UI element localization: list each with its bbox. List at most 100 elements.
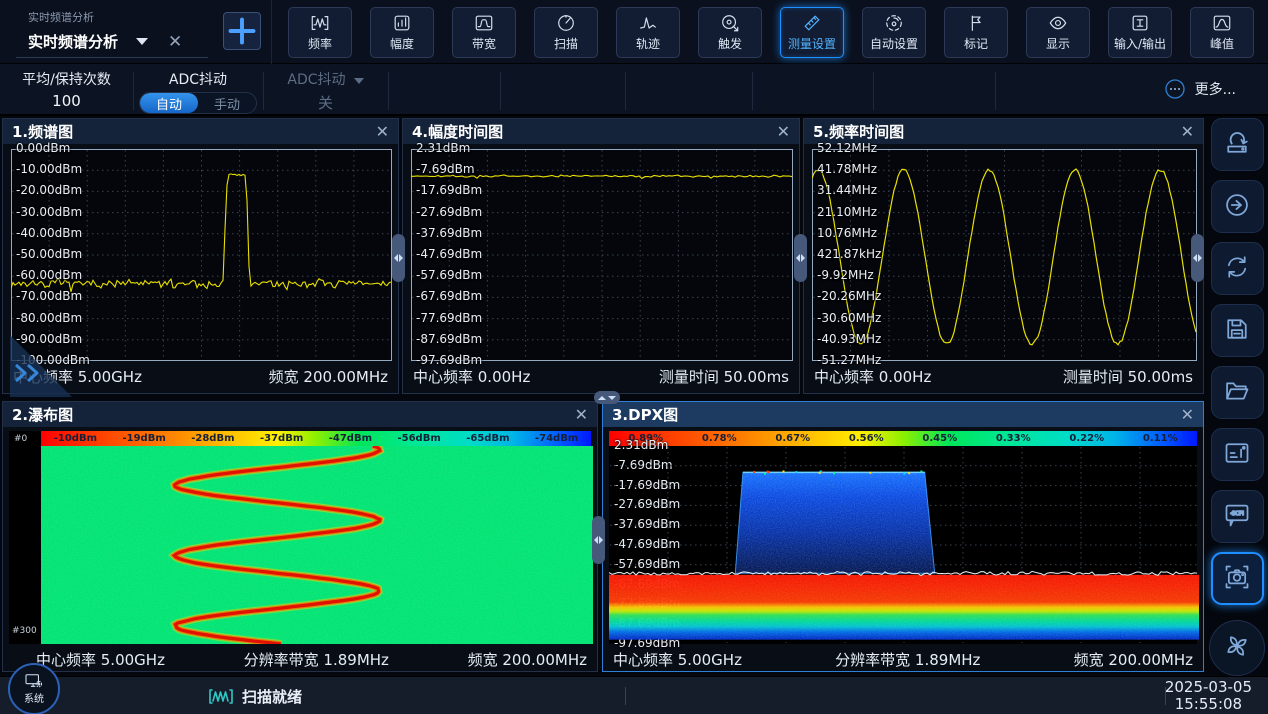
toolbar-button-measure[interactable]: 测量设置 [780,7,844,58]
toggle-option-manual[interactable]: 手动 [198,93,256,113]
toolbar-button-sweep[interactable]: 扫描 [534,7,598,58]
toolbar-button-label: 频率 [308,35,332,52]
panel-waterfall: 2.瀑布图 ✕ #0 #300 -10dBm-19dBm-28dBm-37dBm… [2,401,598,672]
sidebar-button-window[interactable] [1211,428,1264,481]
toolbar-button-marker[interactable]: 标记 [944,7,1008,58]
toolbar-button-peak[interactable]: 峰值 [1190,7,1254,58]
divider [133,72,134,110]
toolbar-button-frequency[interactable]: 频率 [288,7,352,58]
splitter-handle[interactable] [392,234,405,282]
trace-icon [638,13,658,33]
toolbar-button-label: 显示 [1046,35,1070,52]
plot-footer: 中心频率 5.00GHz分辨率带宽 1.89MHz频宽 200.00MHz [603,644,1203,672]
y-tick-label: -87.69dBm [416,332,482,346]
right-sidebar: ·SCPI [1206,118,1268,674]
footer-readout: 频宽 200.00MHz [1074,649,1193,670]
app-tab[interactable]: 实时频谱分析 实时频谱分析 ✕ [0,0,272,64]
folder-icon [1223,377,1251,409]
y-tick-label: -30.60MHz [817,311,881,325]
frequency-icon [310,13,330,33]
toolbar-button-label: 峰值 [1210,35,1234,52]
panel-dpx: 3.DPX图 ✕ 0.89%0.78%0.67%0.56%0.45%0.33%0… [602,401,1204,672]
panel-title: 2.瀑布图 [12,404,73,425]
splitter-handle[interactable] [594,391,620,404]
toolbar-button-label: 扫描 [554,35,578,52]
window-icon [1223,439,1251,471]
io-icon [1130,13,1150,33]
param-average-hold[interactable]: 平均/保持次数 100 [0,64,133,116]
close-panel-icon[interactable]: ✕ [1181,407,1194,423]
plus-icon [224,13,260,49]
ellipsis-icon [1164,78,1186,100]
toolbar-button-trigger[interactable]: 触发 [698,7,762,58]
app-tab-title: 实时频谱分析 [28,31,118,52]
param-value: 关 [318,92,333,113]
add-tab-button[interactable] [223,12,261,50]
sidebar-button-scpi[interactable]: ·SCPI [1211,490,1264,543]
close-panel-icon[interactable]: ✕ [1181,124,1194,140]
y-tick-label: -50.00dBm [16,247,82,261]
splitter-handle[interactable] [592,516,605,564]
plot-footer: 中心频率 5.00GHz分辨率带宽 1.89MHz频宽 200.00MHz [3,644,597,672]
more-button[interactable]: 更多... [1164,78,1236,100]
sidebar-button-run[interactable] [1211,180,1264,233]
rtsa-app: { "app": { "tab_context": "实时频谱分析", "tab… [0,0,1268,714]
close-panel-icon[interactable]: ✕ [376,124,389,140]
sidebar-button-flower[interactable] [1209,620,1265,676]
toolbar-button-autoset[interactable]: 自动设置 [862,7,926,58]
colorbar-label: -47dBm [316,433,385,444]
toolbar-button-io[interactable]: 输入/输出 [1108,7,1172,58]
save-icon [1223,315,1251,347]
sidebar-button-folder[interactable] [1211,366,1264,419]
sidebar-button-save[interactable] [1211,304,1264,357]
top-toolbar: 实时频谱分析 实时频谱分析 ✕ 频率 幅度 带宽扫描 轨迹触发测量设置自动设置标记显示… [0,0,1268,64]
toolbar-button-bandwidth[interactable]: 带宽 [452,7,516,58]
y-tick-label: -97.69dBm [416,353,482,367]
autoset-icon [884,13,904,33]
toolbar-button-trace[interactable]: 轨迹 [616,7,680,58]
adc-jitter-toggle[interactable]: 自动 手动 [139,92,257,114]
display-icon [1048,13,1068,33]
sidebar-button-refresh[interactable] [1211,242,1264,295]
sidebar-button-camera[interactable] [1211,552,1264,605]
scpi-icon: ·SCPI [1223,501,1251,533]
y-tick-label: 421.87kHz [817,247,881,261]
toolbar-button-label: 幅度 [390,35,414,52]
y-tick-label: 2.31dBm [416,141,470,155]
flower-icon [1223,632,1251,664]
colorbar-label: -65dBm [454,433,523,444]
toolbar-button-amplitude[interactable]: 幅度 [370,7,434,58]
sidebar-button-preset[interactable] [1211,118,1264,171]
system-button[interactable]: 系统 [8,663,60,714]
close-panel-icon[interactable]: ✕ [777,124,790,140]
y-tick-label: 21.10MHz [817,205,877,219]
y-tick-label: -30.00dBm [16,205,82,219]
footer-readout: 测量时间 50.00ms [659,366,789,387]
close-panel-icon[interactable]: ✕ [575,407,588,423]
param-label: ADC抖动 [287,69,363,89]
splitter-handle[interactable] [794,234,807,282]
close-tab-icon[interactable]: ✕ [168,32,182,52]
toolbar-button-display[interactable]: 显示 [1026,7,1090,58]
chevron-down-icon[interactable] [136,38,148,45]
param-adc-jitter-off[interactable]: ADC抖动 关 [263,64,388,116]
toggle-option-auto[interactable]: 自动 [140,93,198,113]
row-index-first: #0 [14,434,27,444]
colorbar-label: 0.78% [683,433,757,444]
panel-spectrum: 1.频谱图 ✕ 0.00dBm-10.00dBm-20.00dBm-30.00d… [2,118,399,394]
divider [995,72,996,110]
divider [263,72,264,110]
y-tick-label: 0.00dBm [16,141,70,155]
y-tick-label: -60.00dBm [16,268,82,282]
panel-freq-time: 5.频率时间图 ✕ 52.12MHz41.78MHz31.44MHz21.10M… [803,118,1204,394]
splitter-handle[interactable] [1191,234,1204,282]
status-bar: 系统 扫描就绪 2025-03-05 15:55:08 [0,676,1268,714]
date-label: 2025-03-05 [1165,679,1252,696]
more-label: 更多... [1195,79,1236,99]
panel-titlebar: 2.瀑布图 ✕ [3,402,597,427]
param-value[interactable]: 100 [52,92,81,110]
refresh-icon [1223,253,1251,285]
measure-icon [802,13,822,33]
param-adc-jitter-toggle: ADC抖动 自动 手动 [133,64,263,116]
colorbar-label: -10dBm [41,433,110,444]
